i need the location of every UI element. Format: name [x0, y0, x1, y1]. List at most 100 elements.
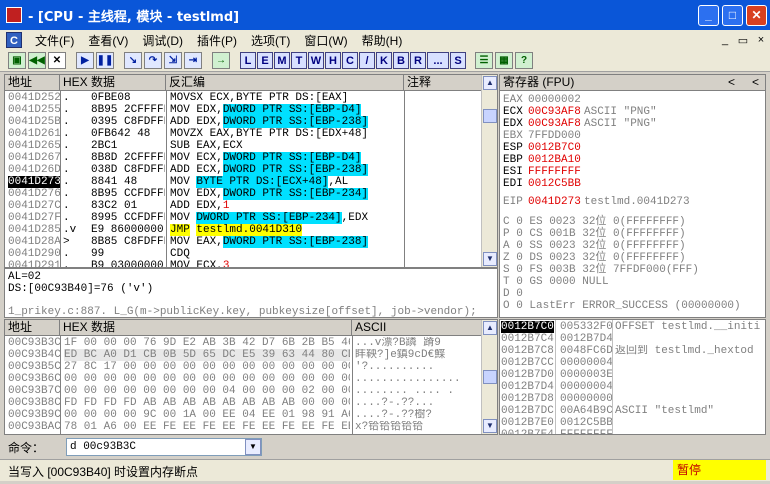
stack-row[interactable]: 0012B7C4 0012B7D4: [500, 333, 765, 345]
close-button[interactable]: ✕: [746, 4, 767, 26]
source-window-button[interactable]: S: [450, 52, 466, 69]
mdi-minimize-button[interactable]: _: [716, 34, 734, 47]
col-header-hex[interactable]: HEX 数据: [60, 75, 166, 91]
stack-row[interactable]: 0012B7C8 0048FC6D 返回到 testlmd._hextod: [500, 345, 765, 357]
register-row[interactable]: EAX 00000002: [500, 94, 765, 106]
scroll-down-icon[interactable]: ▼: [483, 252, 497, 266]
dump-row[interactable]: 00C93B3C 1F 00 00 00 76 9D E2 AB 3B 42 D7…: [5, 337, 483, 349]
stack-row[interactable]: 0012B7CC 00000004: [500, 357, 765, 369]
menu-plugins[interactable]: 插件(P): [190, 32, 244, 49]
col-header-address[interactable]: 地址: [5, 75, 60, 91]
disasm-row[interactable]: 0041D27C. 83C2 01 ADD EDX,1: [5, 200, 483, 212]
open-icon[interactable]: ▣: [8, 52, 26, 69]
dump-row[interactable]: 00C93B7C 00 00 00 00 00 00 00 00 04 00 00…: [5, 385, 483, 397]
dump-col-header-address[interactable]: 地址: [5, 320, 60, 336]
prev-view-icon[interactable]: <: [728, 75, 735, 90]
stack-row[interactable]: 0012B7D8 00000000: [500, 393, 765, 405]
cpu-window-button[interactable]: C: [342, 52, 358, 69]
menu-options[interactable]: 选项(T): [244, 32, 297, 49]
disasm-row[interactable]: 0041D276. 8B95 CCFDFFFF MOV EDX,DWORD PTR …: [5, 188, 483, 200]
mdi-restore-button[interactable]: ▭: [734, 34, 752, 47]
disasm-row[interactable]: 0041D25B. 0395 C8FDFFFF ADD EDX,DWORD PTR …: [5, 116, 483, 128]
dump-row[interactable]: 00C93B4C ED BC A0 D1 CB 0B 5D 65 DC E5 39…: [5, 349, 483, 361]
memory-dump-pane[interactable]: 地址 HEX 数据 ASCII 00C93B3C 1F 00 00 00 76 9…: [4, 319, 498, 435]
dump-row[interactable]: 00C93B8C FD FD FD FD AB AB AB AB AB AB AB…: [5, 397, 483, 409]
register-row[interactable]: ESI FFFFFFFF: [500, 166, 765, 178]
stack-pane[interactable]: 0012B7C0 005332F0 OFFSET testlmd.__initi 00…: [499, 319, 766, 435]
register-row[interactable]: EDI 0012C5BB: [500, 178, 765, 190]
register-row[interactable]: EDX 00C93AF8 ASCII "PNG": [500, 118, 765, 130]
stack-row[interactable]: 0012B7D4 00000004: [500, 381, 765, 393]
log-window-button[interactable]: L: [240, 52, 256, 69]
mdi-close-button[interactable]: ×: [752, 34, 770, 47]
col-header-disasm[interactable]: 反汇编: [166, 75, 404, 91]
dump-row[interactable]: 00C93B5C 27 8C 17 00 00 00 00 00 00 00 00…: [5, 361, 483, 373]
stack-row[interactable]: 0012B7DC 00A64B9C ASCII "testlmd": [500, 405, 765, 417]
eip-row[interactable]: EIP 0041D273 testlmd.0041D273: [500, 196, 765, 208]
disassembly-scrollbar[interactable]: ▲ ▼: [481, 75, 497, 267]
minimize-button[interactable]: _: [698, 4, 719, 26]
pause-icon[interactable]: ❚❚: [96, 52, 114, 69]
grid-icon[interactable]: ▦: [495, 52, 513, 69]
disasm-row[interactable]: 0041D28A>8B85 C8FDFFFF MOV EAX,DWORD PTR …: [5, 236, 483, 248]
modules-window-button[interactable]: E: [257, 52, 273, 69]
flag-row[interactable]: C 0 ES 0023 32位 0(FFFFFFFF): [503, 216, 686, 228]
disasm-row[interactable]: 0041D267. 8B8D 2CFFFFFF MOV ECX,DWORD PTR …: [5, 152, 483, 164]
stack-row[interactable]: 0012B7E4 FFFFFFFF: [500, 429, 765, 434]
stack-row[interactable]: 0012B7E0 0012C5BB: [500, 417, 765, 429]
cpu-window-icon[interactable]: C: [6, 32, 22, 48]
stack-row[interactable]: 0012B7C0 005332F0 OFFSET testlmd.__initi: [500, 321, 765, 333]
disasm-row[interactable]: 0041D252. 0FBE08 MOVSX ECX,BYTE PTR DS:[EA…: [5, 92, 483, 104]
memory-window-button[interactable]: M: [274, 52, 290, 69]
register-row[interactable]: ECX 00C93AF8 ASCII "PNG": [500, 106, 765, 118]
register-row[interactable]: ESP 0012B7C0: [500, 142, 765, 154]
menu-window[interactable]: 窗口(W): [297, 32, 354, 49]
disasm-row[interactable]: 0041D290. 99 CDQ: [5, 248, 483, 260]
menu-view[interactable]: 查看(V): [81, 32, 135, 49]
disasm-row[interactable]: 0041D255. 8B95 2CFFFFFF MOV EDX,DWORD PTR …: [5, 104, 483, 116]
stack-row[interactable]: 0012B7D0 0000003E: [500, 369, 765, 381]
trace-over-icon[interactable]: ⇥: [184, 52, 202, 69]
handles-window-button[interactable]: H: [325, 52, 341, 69]
disasm-row[interactable]: 0041D291. B9 03000000 MOV ECX,3: [5, 260, 483, 267]
dump-scrollbar[interactable]: ▲ ▼: [481, 320, 497, 434]
flag-row[interactable]: A 0 SS 0023 32位 0(FFFFFFFF): [503, 240, 686, 252]
dump-row[interactable]: 00C93B9C 00 00 00 00 9C 00 1A 00 EE 04 EE…: [5, 409, 483, 421]
dump-row[interactable]: 00C93BAC 78 01 A6 00 EE FE EE FE EE FE EE…: [5, 421, 483, 433]
disasm-row[interactable]: 0041D261. 0FB642 48 MOVZX EAX,BYTE PTR DS:…: [5, 128, 483, 140]
breakpoints-window-button[interactable]: B: [393, 52, 409, 69]
references-window-button[interactable]: R: [410, 52, 426, 69]
dump-scroll-thumb[interactable]: [483, 370, 497, 384]
register-row[interactable]: EBP 0012BA10: [500, 154, 765, 166]
run-icon[interactable]: ▶: [76, 52, 94, 69]
menu-help[interactable]: 帮助(H): [355, 32, 410, 49]
trace-into-icon[interactable]: ⇲: [164, 52, 182, 69]
command-input[interactable]: d 00c93B3C ▼: [66, 438, 262, 456]
scroll-up-icon[interactable]: ▲: [483, 76, 497, 90]
disasm-row[interactable]: 0041D265. 2BC1 SUB EAX,ECX: [5, 140, 483, 152]
disasm-row[interactable]: 0041D285 .v E9 86000000 JMP testlmd.0041D31…: [5, 224, 483, 236]
call-stack-window-button[interactable]: K: [376, 52, 392, 69]
step-over-icon[interactable]: ↷: [144, 52, 162, 69]
run-trace-window-button[interactable]: ...: [427, 52, 449, 69]
patches-window-button[interactable]: /: [359, 52, 375, 69]
next-view-icon[interactable]: <: [752, 75, 759, 90]
close-debuggee-icon[interactable]: ✕: [48, 52, 66, 69]
flag-row[interactable]: O 0 LastErr ERROR_SUCCESS (00000000): [503, 300, 741, 312]
chevron-down-icon[interactable]: ▼: [245, 439, 261, 455]
list-icon[interactable]: ☰: [475, 52, 493, 69]
disassembly-pane[interactable]: 地址 HEX 数据 反汇编 注释 0041D252. 0FBE08 MOVSX EC…: [4, 74, 498, 268]
flag-row[interactable]: S 0 FS 003B 32位 7FFDF000(FFF): [503, 264, 699, 276]
flag-row[interactable]: T 0 GS 0000 NULL: [503, 276, 609, 288]
flag-row[interactable]: P 0 CS 001B 32位 0(FFFFFFFF): [503, 228, 686, 240]
execute-till-return-icon[interactable]: →: [212, 52, 230, 69]
disasm-row[interactable]: 0041D26D. 038D C8FDFFFF ADD ECX,DWORD PTR …: [5, 164, 483, 176]
dump-scroll-up-icon[interactable]: ▲: [483, 321, 497, 335]
dump-scroll-down-icon[interactable]: ▼: [483, 419, 497, 433]
help-icon[interactable]: ?: [515, 52, 533, 69]
windows-window-button[interactable]: W: [308, 52, 324, 69]
registers-pane[interactable]: 寄存器 (FPU) < < EAX 00000002 ECX 00C93AF8 ASCII …: [499, 74, 766, 318]
dump-col-header-hex[interactable]: HEX 数据: [60, 320, 352, 336]
menu-file[interactable]: 文件(F): [28, 32, 81, 49]
step-into-icon[interactable]: ↘: [124, 52, 142, 69]
